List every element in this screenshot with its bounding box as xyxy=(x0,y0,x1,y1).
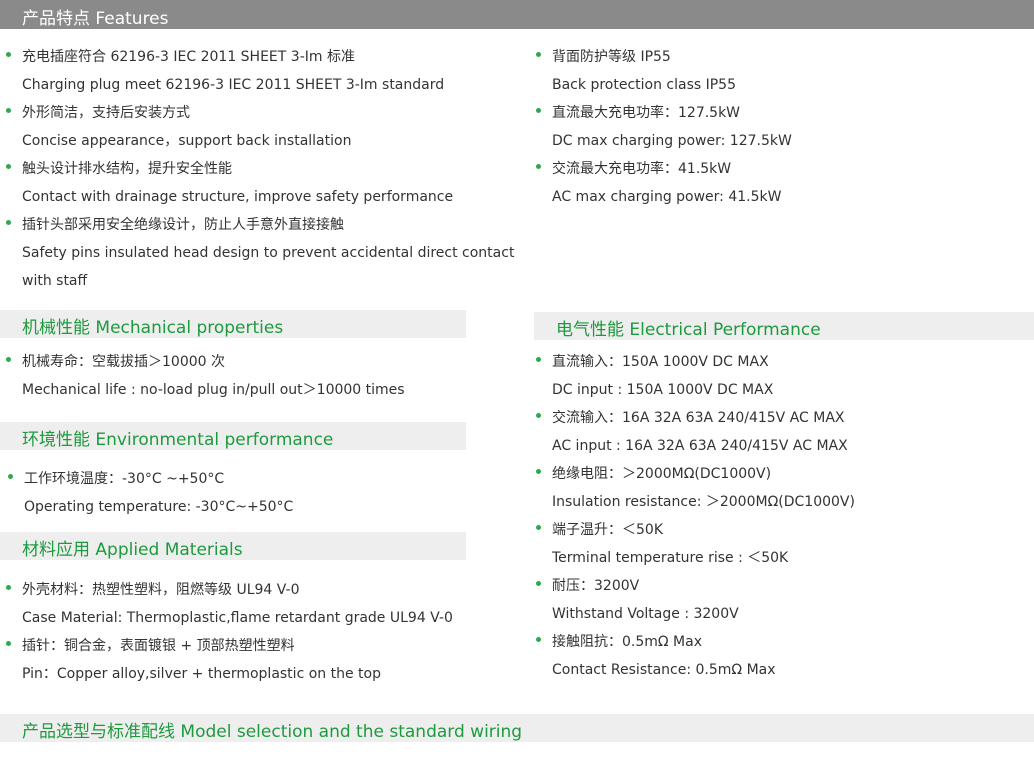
mechanical-list: 机械寿命：空载拔插＞10000 次 Mechanical life : no-lo… xyxy=(6,348,512,404)
item-label-cn: 外壳材料：热塑性塑料，阻燃等级 UL94 V-0 xyxy=(22,582,300,598)
item-label-cn: 充电插座符合 62196-3 IEC 2011 SHEET 3-Im 标准 xyxy=(22,49,355,65)
item-label-en: Back protection class IP55 xyxy=(552,77,736,93)
item-label-cn: 绝缘电阻：＞2000MΩ(DC1000V) xyxy=(552,466,772,482)
item-label-en: Insulation resistance: ＞2000MΩ(DC1000V) xyxy=(552,494,855,510)
list-item: 机械寿命：空载拔插＞10000 次 Mechanical life : no-lo… xyxy=(6,348,512,404)
item-label-en: Pin：Copper alloy,silver + thermoplastic … xyxy=(22,666,381,682)
materials-title: 材料应用 Applied Materials xyxy=(22,540,243,560)
features-left-list: 充电插座符合 62196-3 IEC 2011 SHEET 3-Im 标准 Cha… xyxy=(6,43,515,295)
item-label-en: Contact with drainage structure, improve… xyxy=(22,189,454,205)
item-label-cn: 机械寿命：空载拔插＞10000 次 xyxy=(22,354,225,370)
bullet-icon xyxy=(6,641,11,646)
bullet-icon xyxy=(536,525,541,530)
bullet-icon xyxy=(536,581,541,586)
environmental-section-header: 环境性能 Environmental performance xyxy=(0,422,466,450)
electrical-section-header: 电气性能 Electrical Performance xyxy=(534,312,1034,340)
item-label-en: Operating temperature: -30°C~+50°C xyxy=(24,499,294,515)
list-item: 充电插座符合 62196-3 IEC 2011 SHEET 3-Im 标准 Cha… xyxy=(6,43,512,99)
model-section-header: 产品选型与标准配线 Model selection and the standa… xyxy=(0,714,1034,742)
model-title: 产品选型与标准配线 Model selection and the standa… xyxy=(22,722,523,742)
materials-list: 外壳材料：热塑性塑料，阻燃等级 UL94 V-0 Case Material: T… xyxy=(6,576,512,688)
item-label-cn: 直流最大充电功率：127.5kW xyxy=(552,105,741,121)
list-item: 工作环境温度：-30°C ~+50°C Operating temperature… xyxy=(8,465,514,521)
list-item: 外壳材料：热塑性塑料，阻燃等级 UL94 V-0 Case Material: T… xyxy=(6,576,512,632)
item-label-cn: 耐压：3200V xyxy=(552,578,640,594)
item-label-en: with staff xyxy=(22,273,88,289)
item-label-cn: 外形简洁，支持后安装方式 xyxy=(22,105,190,121)
electrical-title: 电气性能 Electrical Performance xyxy=(556,320,821,340)
bullet-icon xyxy=(536,164,541,169)
materials-section-header: 材料应用 Applied Materials xyxy=(0,532,466,560)
list-item: 交流最大充电功率：41.5kW AC max charging power: 41… xyxy=(536,155,1034,211)
item-label-en: Safety pins insulated head design to pre… xyxy=(22,245,515,261)
bullet-icon xyxy=(6,357,11,362)
item-label-en: Withstand Voltage : 3200V xyxy=(552,606,739,622)
item-label-en: Terminal temperature rise : ＜50K xyxy=(552,550,789,566)
electrical-list: 直流输入：150A 1000V DC MAX DC input : 150A 10… xyxy=(536,348,1034,684)
item-label-en: AC max charging power: 41.5kW xyxy=(552,189,782,205)
item-label-en: DC max charging power: 127.5kW xyxy=(552,133,792,149)
item-label-cn: 端子温升：＜50K xyxy=(552,522,663,538)
features-banner: 产品特点 Features xyxy=(0,0,1034,29)
features-right-list: 背面防护等级 IP55 Back protection class IP55 直流最… xyxy=(536,43,1034,211)
item-label-cn: 插针：铜合金，表面镀银 + 顶部热塑性塑料 xyxy=(22,638,295,654)
item-label-en: Contact Resistance: 0.5mΩ Max xyxy=(552,662,776,678)
item-label-cn: 交流输入：16A 32A 63A 240/415V AC MAX xyxy=(552,410,845,426)
list-item: 背面防护等级 IP55 Back protection class IP55 xyxy=(536,43,1034,99)
list-item: 接触阻抗：0.5mΩ Max Contact Resistance: 0.5mΩ … xyxy=(536,628,1034,684)
item-label-en: DC input : 150A 1000V DC MAX xyxy=(552,382,774,398)
bullet-icon xyxy=(6,164,11,169)
bullet-icon xyxy=(536,413,541,418)
item-label-cn: 接触阻抗：0.5mΩ Max xyxy=(552,634,702,650)
bullet-icon xyxy=(536,469,541,474)
item-label-en: Mechanical life : no-load plug in/pull o… xyxy=(22,382,405,398)
item-label-en: Case Material: Thermoplastic,flame retar… xyxy=(22,610,453,626)
features-title: 产品特点 Features xyxy=(22,9,169,29)
item-label-cn: 交流最大充电功率：41.5kW xyxy=(552,161,732,177)
item-label-en: Charging plug meet 62196-3 IEC 2011 SHEE… xyxy=(22,77,445,93)
item-label-cn: 直流输入：150A 1000V DC MAX xyxy=(552,354,769,370)
list-item: 直流最大充电功率：127.5kW DC max charging power: 1… xyxy=(536,99,1034,155)
list-item: 端子温升：＜50K Terminal temperature rise : ＜50… xyxy=(536,516,1034,572)
bullet-icon xyxy=(536,637,541,642)
list-item: 直流输入：150A 1000V DC MAX DC input : 150A 10… xyxy=(536,348,1034,404)
bullet-icon xyxy=(536,52,541,57)
list-item: 绝缘电阻：＞2000MΩ(DC1000V) Insulation resistan… xyxy=(536,460,1034,516)
item-label-cn: 触头设计排水结构，提升安全性能 xyxy=(22,161,232,177)
bullet-icon xyxy=(6,585,11,590)
list-item: 外形简洁，支持后安装方式 Concise appearance，support b… xyxy=(6,99,512,155)
mechanical-section-header: 机械性能 Mechanical properties xyxy=(0,310,466,338)
list-item: 插针头部采用安全绝缘设计，防止人手意外直接接触 Safety pins insul… xyxy=(6,211,515,295)
list-item: 触头设计排水结构，提升安全性能 Contact with drainage str… xyxy=(6,155,512,211)
mechanical-title: 机械性能 Mechanical properties xyxy=(22,318,284,338)
item-label-cn: 背面防护等级 IP55 xyxy=(552,49,671,65)
list-item: 耐压：3200V Withstand Voltage : 3200V xyxy=(536,572,1034,628)
bullet-icon xyxy=(536,108,541,113)
item-label-cn: 插针头部采用安全绝缘设计，防止人手意外直接接触 xyxy=(22,217,344,233)
item-label-en: Concise appearance，support back installa… xyxy=(22,133,352,149)
bullet-icon xyxy=(6,108,11,113)
bullet-icon xyxy=(6,220,11,225)
list-item: 插针：铜合金，表面镀银 + 顶部热塑性塑料 Pin：Copper alloy,si… xyxy=(6,632,512,688)
bullet-icon xyxy=(8,474,13,479)
item-label-cn: 工作环境温度：-30°C ~+50°C xyxy=(24,471,225,487)
list-item: 交流输入：16A 32A 63A 240/415V AC MAX AC input… xyxy=(536,404,1034,460)
environmental-title: 环境性能 Environmental performance xyxy=(22,430,334,450)
environmental-list: 工作环境温度：-30°C ~+50°C Operating temperature… xyxy=(8,465,514,521)
item-label-en: AC input : 16A 32A 63A 240/415V AC MAX xyxy=(552,438,848,454)
bullet-icon xyxy=(536,357,541,362)
bullet-icon xyxy=(6,52,11,57)
